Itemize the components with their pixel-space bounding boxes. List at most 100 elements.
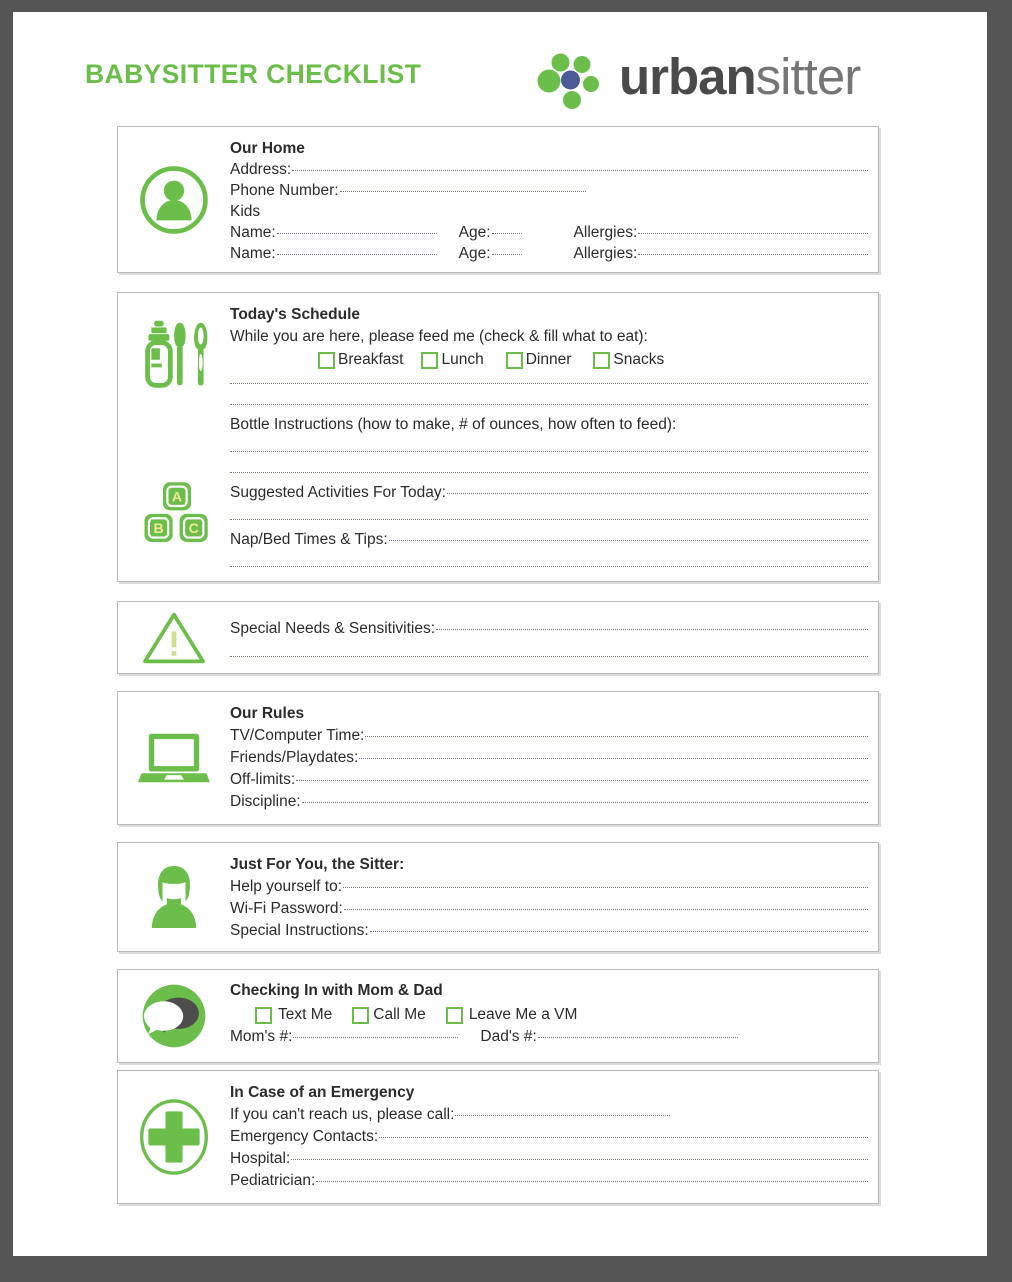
discipline-input-line[interactable] — [301, 802, 868, 803]
special-needs-label: Special Needs & Sensitivities: — [230, 620, 436, 637]
logo-word-sitter: sitter — [755, 48, 862, 105]
todays-schedule-content: Today's Schedule While you are here, ple… — [230, 293, 868, 581]
checklist-page: BABYSITTER CHECKLIST urbansitter Our Hom… — [13, 12, 987, 1256]
kid2-name-input-line[interactable] — [276, 254, 437, 255]
phone-label: Phone Number: — [230, 182, 339, 199]
moms-number-label: Mom's #: — [230, 1028, 293, 1045]
checkbox-call-me-label: Call Me — [373, 1006, 426, 1023]
help-yourself-input-line[interactable] — [343, 887, 868, 888]
playdates-row[interactable]: Friends/Playdates: — [230, 749, 868, 767]
kid1-name-input-line[interactable] — [276, 233, 437, 234]
kid1-age-label: Age: — [458, 224, 491, 241]
discipline-label: Discipline: — [230, 793, 301, 810]
special-needs-input-line[interactable] — [436, 629, 868, 630]
urbansitter-logo: urbansitter — [523, 44, 913, 116]
kid1-name-label: Name: — [230, 224, 276, 241]
kid2-allergies-label: Allergies: — [573, 245, 638, 262]
address-row[interactable]: Address: — [230, 161, 868, 179]
activities-input-line[interactable] — [446, 493, 868, 494]
hospital-row[interactable]: Hospital: — [230, 1150, 868, 1168]
cant-reach-input-line[interactable] — [455, 1115, 671, 1116]
pediatrician-input-line[interactable] — [316, 1181, 868, 1182]
tv-time-label: TV/Computer Time: — [230, 727, 365, 744]
todays-schedule-title: Today's Schedule — [230, 306, 361, 323]
wifi-password-input-line[interactable] — [343, 909, 868, 910]
nap-label: Nap/Bed Times & Tips: — [230, 531, 388, 548]
cant-reach-row[interactable]: If you can't reach us, please call: — [230, 1106, 868, 1124]
special-needs-line-2[interactable] — [230, 656, 868, 657]
tv-time-row[interactable]: TV/Computer Time: — [230, 727, 868, 745]
svg-text:C: C — [189, 520, 199, 536]
hospital-input-line[interactable] — [291, 1159, 868, 1160]
checkbox-call-me[interactable] — [352, 1006, 370, 1024]
feed-notes-line-1[interactable] — [230, 383, 868, 384]
kids-heading-row: Kids — [230, 203, 868, 221]
playdates-input-line[interactable] — [359, 758, 868, 759]
off-limits-input-line[interactable] — [296, 780, 868, 781]
activities-notes-line[interactable] — [230, 519, 868, 520]
phone-input-line[interactable] — [339, 191, 586, 192]
nap-notes-line[interactable] — [230, 566, 868, 567]
help-yourself-row[interactable]: Help yourself to: — [230, 878, 868, 896]
kid2-age-input-line[interactable] — [491, 254, 522, 255]
wifi-row[interactable]: Wi-Fi Password: — [230, 900, 868, 918]
emergency-contacts-input-line[interactable] — [379, 1137, 868, 1138]
section-special-needs: Special Needs & Sensitivities: — [117, 601, 879, 674]
section-emergency: In Case of an Emergency If you can't rea… — [117, 1070, 879, 1204]
checkbox-leave-vm[interactable] — [445, 1006, 463, 1024]
nap-row[interactable]: Nap/Bed Times & Tips: — [230, 531, 868, 549]
kid2-allergies-input-line[interactable] — [638, 254, 868, 255]
kids-label: Kids — [230, 203, 261, 220]
checkbox-text-me[interactable] — [255, 1006, 272, 1024]
parent-numbers-row[interactable]: Mom's #: Dad's #: — [230, 1028, 868, 1046]
feed-prompt-label: While you are here, please feed me (chec… — [230, 328, 648, 345]
bottle-notes-line-1[interactable] — [230, 451, 868, 452]
moms-number-input-line[interactable] — [293, 1037, 459, 1038]
logo-flower-icon — [535, 50, 605, 112]
phone-row[interactable]: Phone Number: — [230, 182, 868, 200]
kid-row-2[interactable]: Name: Age: Allergies: — [230, 245, 868, 263]
special-instructions-row[interactable]: Special Instructions: — [230, 922, 868, 940]
emergency-contacts-row[interactable]: Emergency Contacts: — [230, 1128, 868, 1146]
activities-row[interactable]: Suggested Activities For Today: — [230, 484, 868, 502]
our-home-title: Our Home — [230, 140, 305, 157]
bottle-notes-line-2[interactable] — [230, 472, 868, 473]
logo-word-urban: urban — [619, 48, 757, 105]
special-needs-row[interactable]: Special Needs & Sensitivities: — [230, 620, 868, 638]
dads-number-input-line[interactable] — [537, 1037, 738, 1038]
bottle-instructions-row: Bottle Instructions (how to make, # of o… — [230, 416, 868, 434]
feed-notes-line-2[interactable] — [230, 404, 868, 405]
section-todays-schedule: A B C Today's Schedule While you are her… — [117, 292, 879, 582]
page-title: BABYSITTER CHECKLIST — [85, 59, 422, 89]
address-input-line[interactable] — [292, 170, 868, 171]
checking-in-content: Checking In with Mom & Dad Text Me Call … — [230, 970, 868, 1062]
emergency-content: In Case of an Emergency If you can't rea… — [230, 1071, 868, 1203]
kid1-allergies-input-line[interactable] — [638, 233, 868, 234]
hospital-label: Hospital: — [230, 1150, 291, 1167]
discipline-row[interactable]: Discipline: — [230, 793, 868, 811]
address-label: Address: — [230, 161, 292, 178]
checkbox-breakfast[interactable] — [318, 351, 335, 369]
kid1-age-input-line[interactable] — [491, 233, 522, 234]
pediatrician-row[interactable]: Pediatrician: — [230, 1172, 868, 1190]
our-rules-content: Our Rules TV/Computer Time: Friends/Play… — [230, 692, 868, 824]
playdates-label: Friends/Playdates: — [230, 749, 359, 766]
kid-row-1[interactable]: Name: Age: Allergies: — [230, 224, 868, 242]
checkbox-text-me-label: Text Me — [278, 1006, 333, 1023]
checkbox-snacks[interactable] — [593, 351, 611, 369]
tv-time-input-line[interactable] — [365, 736, 868, 737]
page-frame: BABYSITTER CHECKLIST urbansitter Our Hom… — [0, 0, 1012, 1282]
off-limits-row[interactable]: Off-limits: — [230, 771, 868, 789]
nap-input-line[interactable] — [388, 540, 868, 541]
checkbox-lunch[interactable] — [421, 351, 439, 369]
checkbox-dinner[interactable] — [505, 351, 523, 369]
checkbox-snacks-label: Snacks — [613, 351, 665, 368]
emergency-title: In Case of an Emergency — [230, 1084, 415, 1101]
logo-wordmark: urbansitter — [619, 46, 862, 108]
help-yourself-label: Help yourself to: — [230, 878, 342, 895]
abc-blocks-icon: A B C — [136, 473, 218, 553]
warning-triangle-icon — [118, 602, 230, 673]
section-just-for-you: Just For You, the Sitter: Help yourself … — [117, 842, 879, 952]
special-instructions-input-line[interactable] — [369, 931, 868, 932]
section-checking-in: Checking In with Mom & Dad Text Me Call … — [117, 969, 879, 1063]
